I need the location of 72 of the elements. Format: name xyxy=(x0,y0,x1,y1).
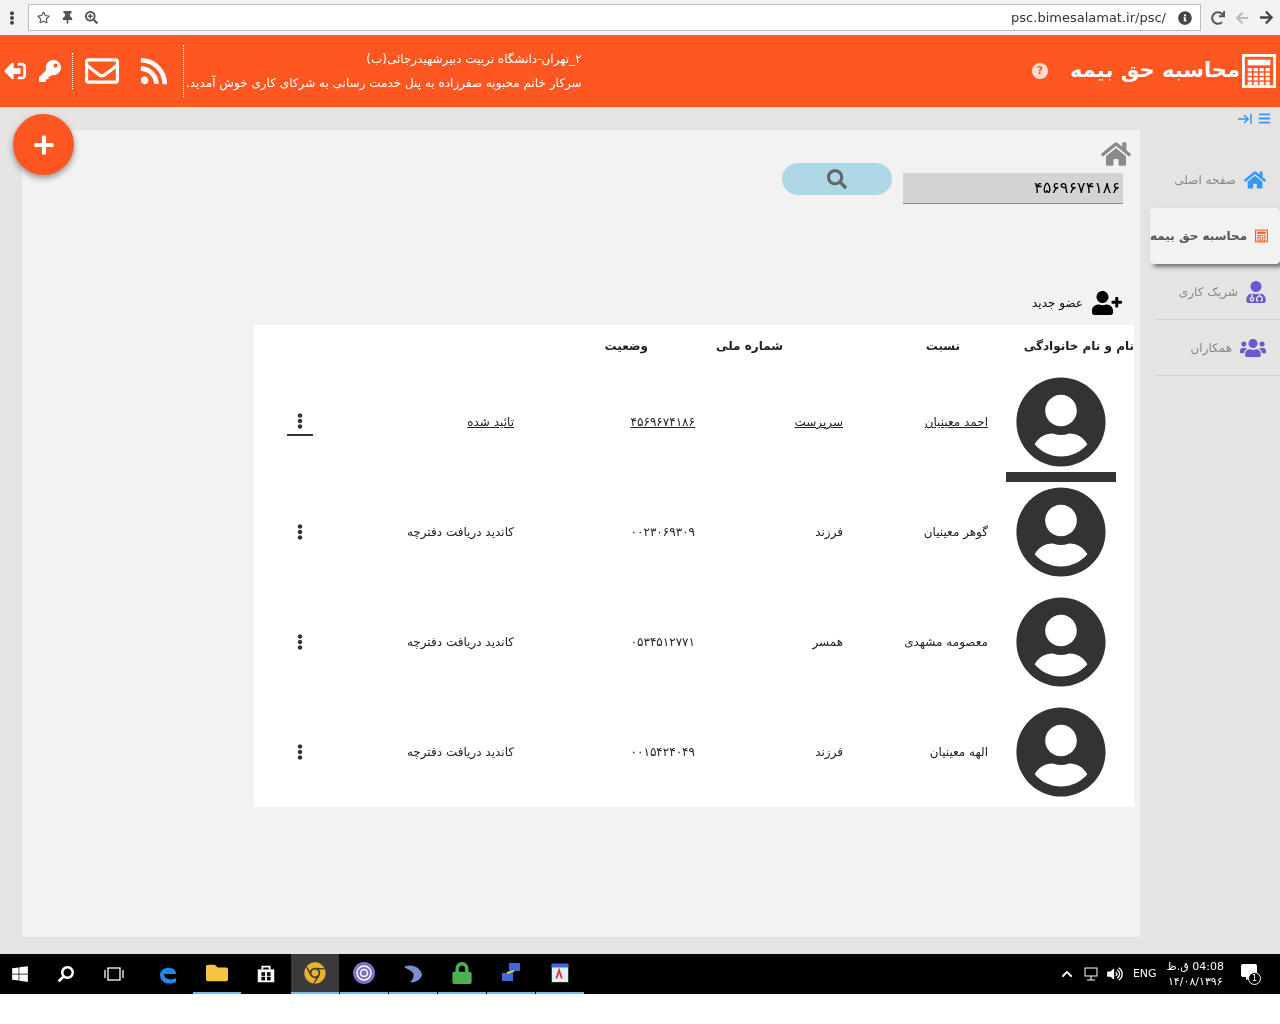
table-cell: فرزند xyxy=(815,745,843,759)
folder-icon xyxy=(206,962,228,984)
clock-time[interactable]: 04:08 ق.ظ xyxy=(1166,959,1224,974)
search-button[interactable] xyxy=(782,163,892,195)
column-header: نسبت xyxy=(925,339,960,353)
home-icon[interactable] xyxy=(1101,140,1131,168)
taskbar-app[interactable] xyxy=(291,954,339,994)
kebab-icon xyxy=(297,412,303,430)
star-icon[interactable] xyxy=(37,11,50,24)
avatar-icon xyxy=(1015,706,1107,798)
table-cell[interactable]: سرپرست xyxy=(794,415,843,429)
pin-icon[interactable] xyxy=(62,11,73,24)
table-cell: ۰۵۳۴۵۱۲۷۷۱ xyxy=(630,635,695,649)
table-cell[interactable]: ۴۵۶۹۶۷۴۱۸۶ xyxy=(630,415,695,429)
chevron-icon[interactable] xyxy=(1060,968,1073,980)
avatar-icon xyxy=(1015,376,1107,468)
table-cell: کاندید دریافت دفترچه xyxy=(406,525,514,539)
rss-icon[interactable] xyxy=(139,56,169,86)
task-view-icon[interactable] xyxy=(104,966,124,982)
table-cell[interactable]: تائید شده xyxy=(467,415,514,429)
shopping-bag-icon xyxy=(255,963,277,985)
spiral-icon xyxy=(352,961,376,985)
table-cell: کاندید دریافت دفترچه xyxy=(406,745,514,759)
welcome-text: ۲_تهران-دانشگاه تربیت دبیرشهیدرجائی(ب) xyxy=(365,51,582,68)
app-title: محاسبه حق بیمه xyxy=(1070,57,1240,85)
clock-date[interactable]: ۱۴/۰۸/۱۳۹۶ xyxy=(1167,974,1223,989)
doctor-icon xyxy=(1246,280,1266,303)
column-header: شماره ملی xyxy=(716,339,783,353)
chrome-icon xyxy=(304,962,326,984)
kebab-icon xyxy=(297,743,303,761)
table-cell: کاندید دریافت دفترچه xyxy=(406,635,514,649)
volume-icon[interactable] xyxy=(1106,967,1123,981)
plus-icon xyxy=(32,133,55,156)
table-cell[interactable]: احمد معینیان xyxy=(924,415,988,429)
avatar-icon xyxy=(1015,486,1107,578)
table-cell: معصومه مشهدی xyxy=(904,635,988,649)
info-icon[interactable] xyxy=(1178,10,1192,25)
home-icon xyxy=(1244,169,1266,191)
url-text: psc.bimesalamat.ir/psc/ xyxy=(1011,8,1166,27)
calculator-icon xyxy=(1242,54,1276,88)
language-indicator[interactable]: ENG xyxy=(1132,965,1157,983)
add-user-icon[interactable] xyxy=(1091,291,1123,315)
search-icon xyxy=(827,169,847,189)
column-header: وضعیت xyxy=(604,339,648,353)
table-cell: گوهر معینیان xyxy=(923,525,988,539)
forward-icon[interactable] xyxy=(1259,10,1274,25)
search-field[interactable]: ۴۵۶۹۶۷۴۱۸۶ xyxy=(903,173,1123,204)
start-icon[interactable] xyxy=(11,965,29,983)
lock-icon xyxy=(452,962,472,984)
kebab-icon xyxy=(297,523,303,541)
welcome-text: سرکار خانم محبوبه صفرزاده به پنل خدمت رسانی به شرکای کاری خوش آمدید. xyxy=(186,74,582,92)
table-cell: الهه معینیان xyxy=(929,745,988,759)
add-member-link[interactable]: عضو جدید xyxy=(1032,294,1083,312)
table-cell: همسر xyxy=(812,635,843,649)
users-icon xyxy=(1240,336,1266,359)
address-bar[interactable]: psc.bimesalamat.ir/psc/ xyxy=(28,4,1201,31)
search-icon[interactable] xyxy=(58,966,74,982)
reload-icon[interactable] xyxy=(1211,10,1225,25)
avatar-icon xyxy=(1015,596,1107,688)
key-icon[interactable] xyxy=(38,60,62,82)
notification-count: 1 xyxy=(1248,972,1261,985)
table-cell: ۰۰۱۵۴۲۴۰۴۹ xyxy=(630,745,695,759)
kebab-icon xyxy=(297,633,303,651)
document-icon xyxy=(549,962,571,984)
network-status-icon[interactable] xyxy=(1082,966,1099,982)
add-button[interactable] xyxy=(13,114,74,175)
logout-icon[interactable] xyxy=(4,60,26,82)
column-header: نام و نام خانوادگی xyxy=(1022,338,1134,355)
sidebar-item[interactable]: محاسبه حق بیمه xyxy=(1150,208,1280,264)
zoom-icon[interactable] xyxy=(85,11,98,24)
table-cell: ۰۰۲۳۰۶۹۳۰۹ xyxy=(630,525,695,539)
table-cell: فرزند xyxy=(815,525,843,539)
